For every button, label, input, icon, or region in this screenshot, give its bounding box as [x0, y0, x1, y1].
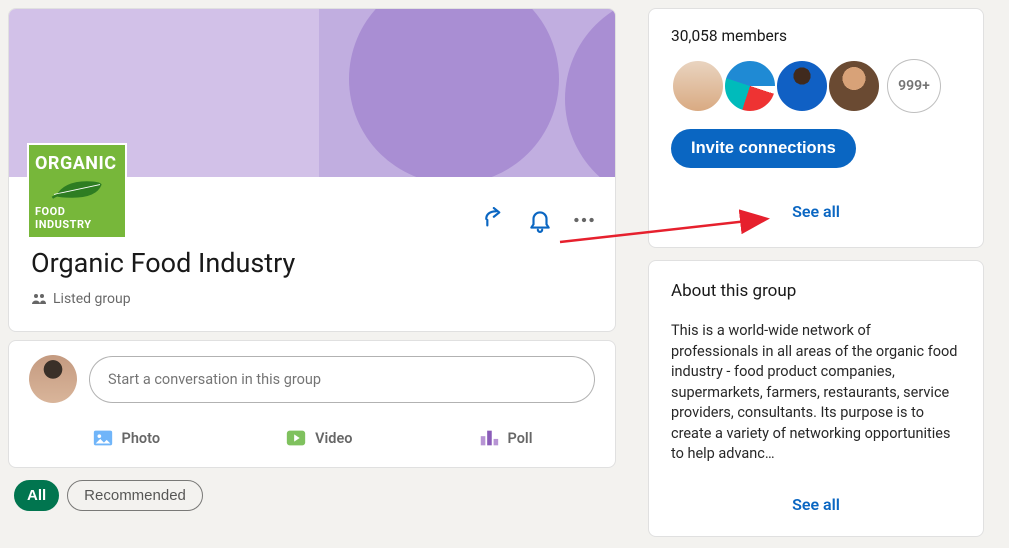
invite-connections-button[interactable]: Invite connections: [671, 129, 856, 168]
about-text: This is a world-wide network of professi…: [671, 321, 961, 465]
logo-text-bottom: FOOD INDUSTRY: [29, 205, 125, 237]
listed-label: Listed group: [53, 291, 131, 307]
poll-icon: [478, 427, 500, 449]
more-icon[interactable]: [571, 207, 597, 233]
group-logo[interactable]: ORGANIC FOOD INDUSTRY: [27, 143, 127, 239]
member-avatar[interactable]: [671, 59, 725, 113]
about-see-all-link[interactable]: See all: [671, 487, 961, 522]
people-icon: [31, 291, 47, 307]
user-avatar[interactable]: [29, 355, 77, 403]
member-overflow-count[interactable]: 999+: [887, 59, 941, 113]
photo-option[interactable]: Photo: [82, 419, 171, 457]
feed-filter-chips: All Recommended: [8, 476, 616, 511]
share-icon[interactable]: [483, 207, 509, 233]
start-post-input[interactable]: Start a conversation in this group: [89, 356, 595, 403]
member-facepile: 999+: [671, 59, 961, 113]
group-header-card: ORGANIC FOOD INDUSTRY: [8, 8, 616, 332]
member-avatar[interactable]: [827, 59, 881, 113]
poll-option[interactable]: Poll: [468, 419, 543, 457]
logo-text-top: ORGANIC: [29, 145, 125, 174]
video-option[interactable]: Video: [275, 419, 362, 457]
chip-recommended[interactable]: Recommended: [67, 480, 203, 511]
group-meta: Listed group: [31, 291, 593, 307]
group-title: Organic Food Industry: [31, 247, 593, 279]
post-box-card: Start a conversation in this group Photo: [8, 340, 616, 468]
chip-all[interactable]: All: [14, 480, 59, 511]
member-avatar[interactable]: [775, 59, 829, 113]
video-icon: [285, 427, 307, 449]
members-count: 30,058 members: [671, 27, 961, 45]
members-see-all-link[interactable]: See all: [671, 194, 961, 229]
bell-icon[interactable]: [527, 207, 553, 233]
member-avatar[interactable]: [723, 59, 777, 113]
about-title: About this group: [671, 281, 961, 301]
members-card: 30,058 members 999+ Invite connections S…: [648, 8, 984, 248]
leaf-icon: [43, 178, 111, 201]
photo-icon: [92, 427, 114, 449]
about-card: About this group This is a world-wide ne…: [648, 260, 984, 537]
